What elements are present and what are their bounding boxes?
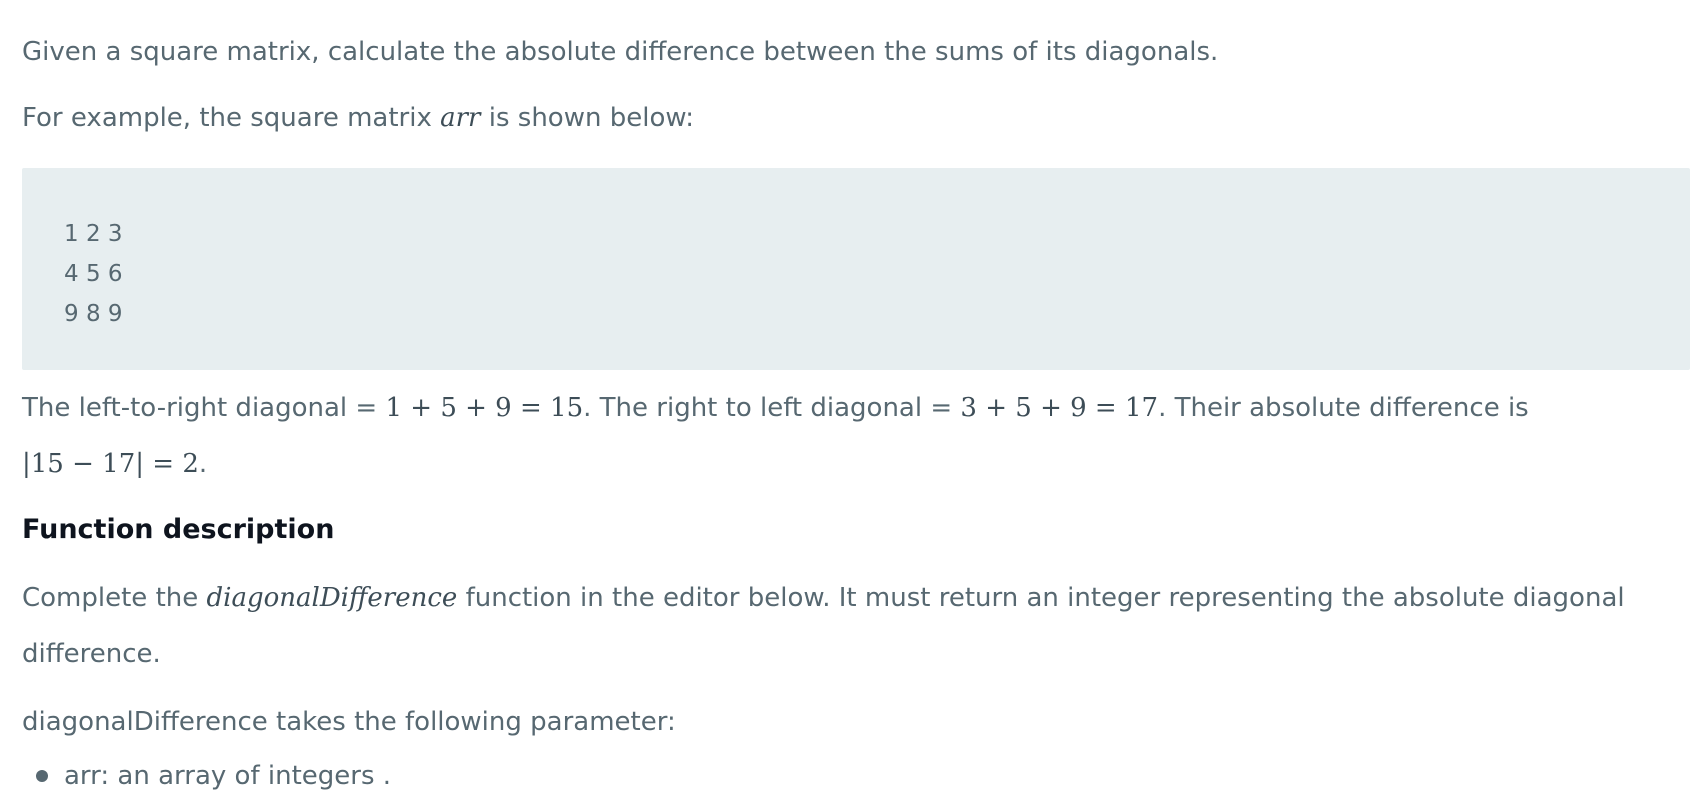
matrix-row: 4 5 6 bbox=[64, 261, 123, 287]
explanation-part: The left-to-right diagonal = bbox=[22, 393, 386, 423]
complete-text: Complete the diagonalDifference function… bbox=[22, 570, 1692, 682]
explanation-text: The left-to-right diagonal = 1 + 5 + 9 =… bbox=[22, 380, 1692, 492]
example-prefix: For example, the square matrix bbox=[22, 103, 441, 133]
right-diagonal-math: 3 + 5 + 9 = 17 bbox=[960, 393, 1159, 423]
left-diagonal-math: 1 + 5 + 9 = 15 bbox=[385, 393, 584, 423]
bullet-icon bbox=[36, 770, 48, 782]
example-text: For example, the square matrix arr is sh… bbox=[22, 90, 694, 146]
explanation-part: . bbox=[198, 449, 208, 479]
takes-text: diagonalDifference takes the following p… bbox=[22, 707, 676, 737]
explanation-part: . The right to left diagonal = bbox=[583, 393, 961, 423]
function-name: diagonalDifference bbox=[206, 583, 458, 613]
parameter-list: arr: an array of integers . bbox=[22, 750, 391, 802]
matrix-code-block: 1 2 3 4 5 6 9 8 9 bbox=[22, 168, 1690, 370]
difference-math: |15 − 17| = 2 bbox=[22, 449, 199, 479]
explanation-part: . Their absolute difference is bbox=[1158, 393, 1529, 423]
parameter-text: arr: an array of integers . bbox=[64, 761, 392, 791]
complete-prefix: Complete the bbox=[22, 583, 207, 613]
matrix-row: 9 8 9 bbox=[64, 301, 123, 327]
example-variable: arr bbox=[440, 103, 481, 133]
list-item: arr: an array of integers . bbox=[22, 750, 391, 802]
function-description-heading: Function description bbox=[22, 514, 335, 545]
intro-text: Given a square matrix, calculate the abs… bbox=[22, 37, 1219, 67]
example-suffix: is shown below: bbox=[480, 103, 694, 133]
matrix-row: 1 2 3 bbox=[64, 221, 123, 247]
